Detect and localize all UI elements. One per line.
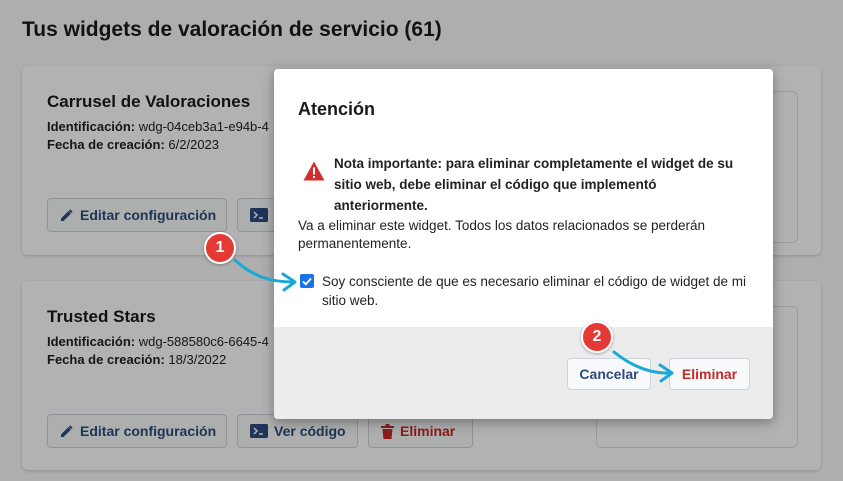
step-marker-1: 1: [204, 232, 236, 264]
arrow-step-1: [233, 258, 295, 284]
arrow-step-2: [612, 350, 672, 375]
step-marker-2: 2: [581, 321, 613, 353]
annotation-arrows: [233, 258, 674, 383]
